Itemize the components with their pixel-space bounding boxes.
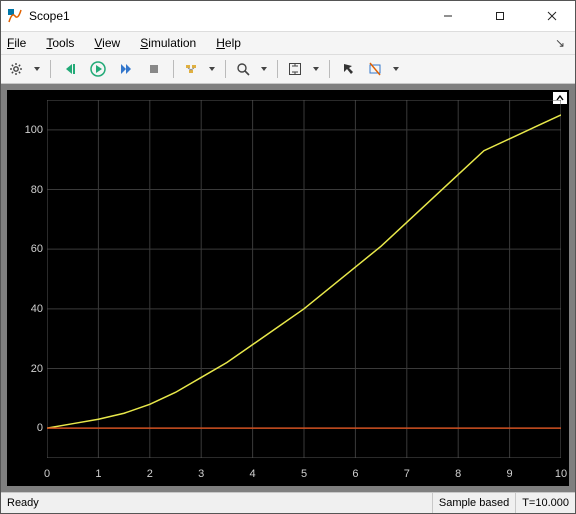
- y-tick-label: 40: [13, 303, 43, 315]
- zoom-icon: [236, 62, 250, 76]
- x-tick-label: 8: [455, 468, 461, 480]
- cursor-measure-button[interactable]: [336, 57, 362, 81]
- app-icon: [7, 8, 23, 24]
- window-title: Scope1: [29, 9, 70, 23]
- x-tick-label: 6: [352, 468, 358, 480]
- x-tick-label: 3: [198, 468, 204, 480]
- gear-icon: [9, 62, 23, 76]
- step-back-button[interactable]: [57, 57, 83, 81]
- x-tick-label: 1: [95, 468, 101, 480]
- x-tick-label: 9: [507, 468, 513, 480]
- close-button[interactable]: [529, 1, 575, 31]
- run-icon: [90, 61, 106, 77]
- run-button[interactable]: [85, 57, 111, 81]
- x-tick-label: 0: [44, 468, 50, 480]
- menu-tools[interactable]: Tools: [44, 36, 76, 50]
- menu-simulation-label: imulation: [148, 36, 196, 50]
- y-tick-label: 0: [13, 422, 43, 434]
- x-tick-label: 5: [301, 468, 307, 480]
- y-tick-label: 60: [13, 243, 43, 255]
- y-tick-label: 20: [13, 363, 43, 375]
- status-time: T=10.000: [516, 493, 575, 513]
- x-tick-label: 2: [147, 468, 153, 480]
- step-forward-button[interactable]: [113, 57, 139, 81]
- x-tick-label: 7: [404, 468, 410, 480]
- menu-file[interactable]: File: [5, 36, 28, 50]
- x-tick-label: 10: [555, 468, 567, 480]
- triggers-icon: [368, 62, 382, 76]
- autoscale-icon: [288, 62, 302, 76]
- settings-button[interactable]: [5, 57, 44, 81]
- signal-selector-icon: [184, 62, 198, 76]
- step-forward-icon: [119, 62, 133, 76]
- zoom-button[interactable]: [232, 57, 271, 81]
- y-tick-label: 100: [13, 124, 43, 136]
- menubar-anchor-icon[interactable]: ↘: [555, 36, 571, 50]
- menu-simulation[interactable]: Simulation: [138, 36, 198, 50]
- signal-selector-button[interactable]: [180, 57, 219, 81]
- scope-plot-area[interactable]: 0 20 40 60 80 100 0 1 2 3 4 5 6 7 8 9 10: [1, 84, 575, 492]
- menu-help-label: elp: [225, 36, 241, 50]
- menu-view-label: iew: [102, 36, 120, 50]
- triggers-button[interactable]: [364, 57, 403, 81]
- x-tick-label: 4: [250, 468, 256, 480]
- maximize-button[interactable]: [477, 1, 523, 31]
- step-back-icon: [63, 62, 77, 76]
- menu-file-label: ile: [14, 36, 26, 50]
- y-tick-label: 80: [13, 184, 43, 196]
- status-mode: Sample based: [433, 493, 516, 513]
- status-ready: Ready: [1, 493, 433, 513]
- menu-help[interactable]: Help: [214, 36, 243, 50]
- stop-icon: [147, 62, 161, 76]
- autoscale-button[interactable]: [284, 57, 323, 81]
- menu-tools-label: ools: [52, 36, 74, 50]
- cursor-measure-icon: [342, 62, 356, 76]
- minimize-button[interactable]: [425, 1, 471, 31]
- menu-view[interactable]: View: [92, 36, 122, 50]
- stop-button[interactable]: [141, 57, 167, 81]
